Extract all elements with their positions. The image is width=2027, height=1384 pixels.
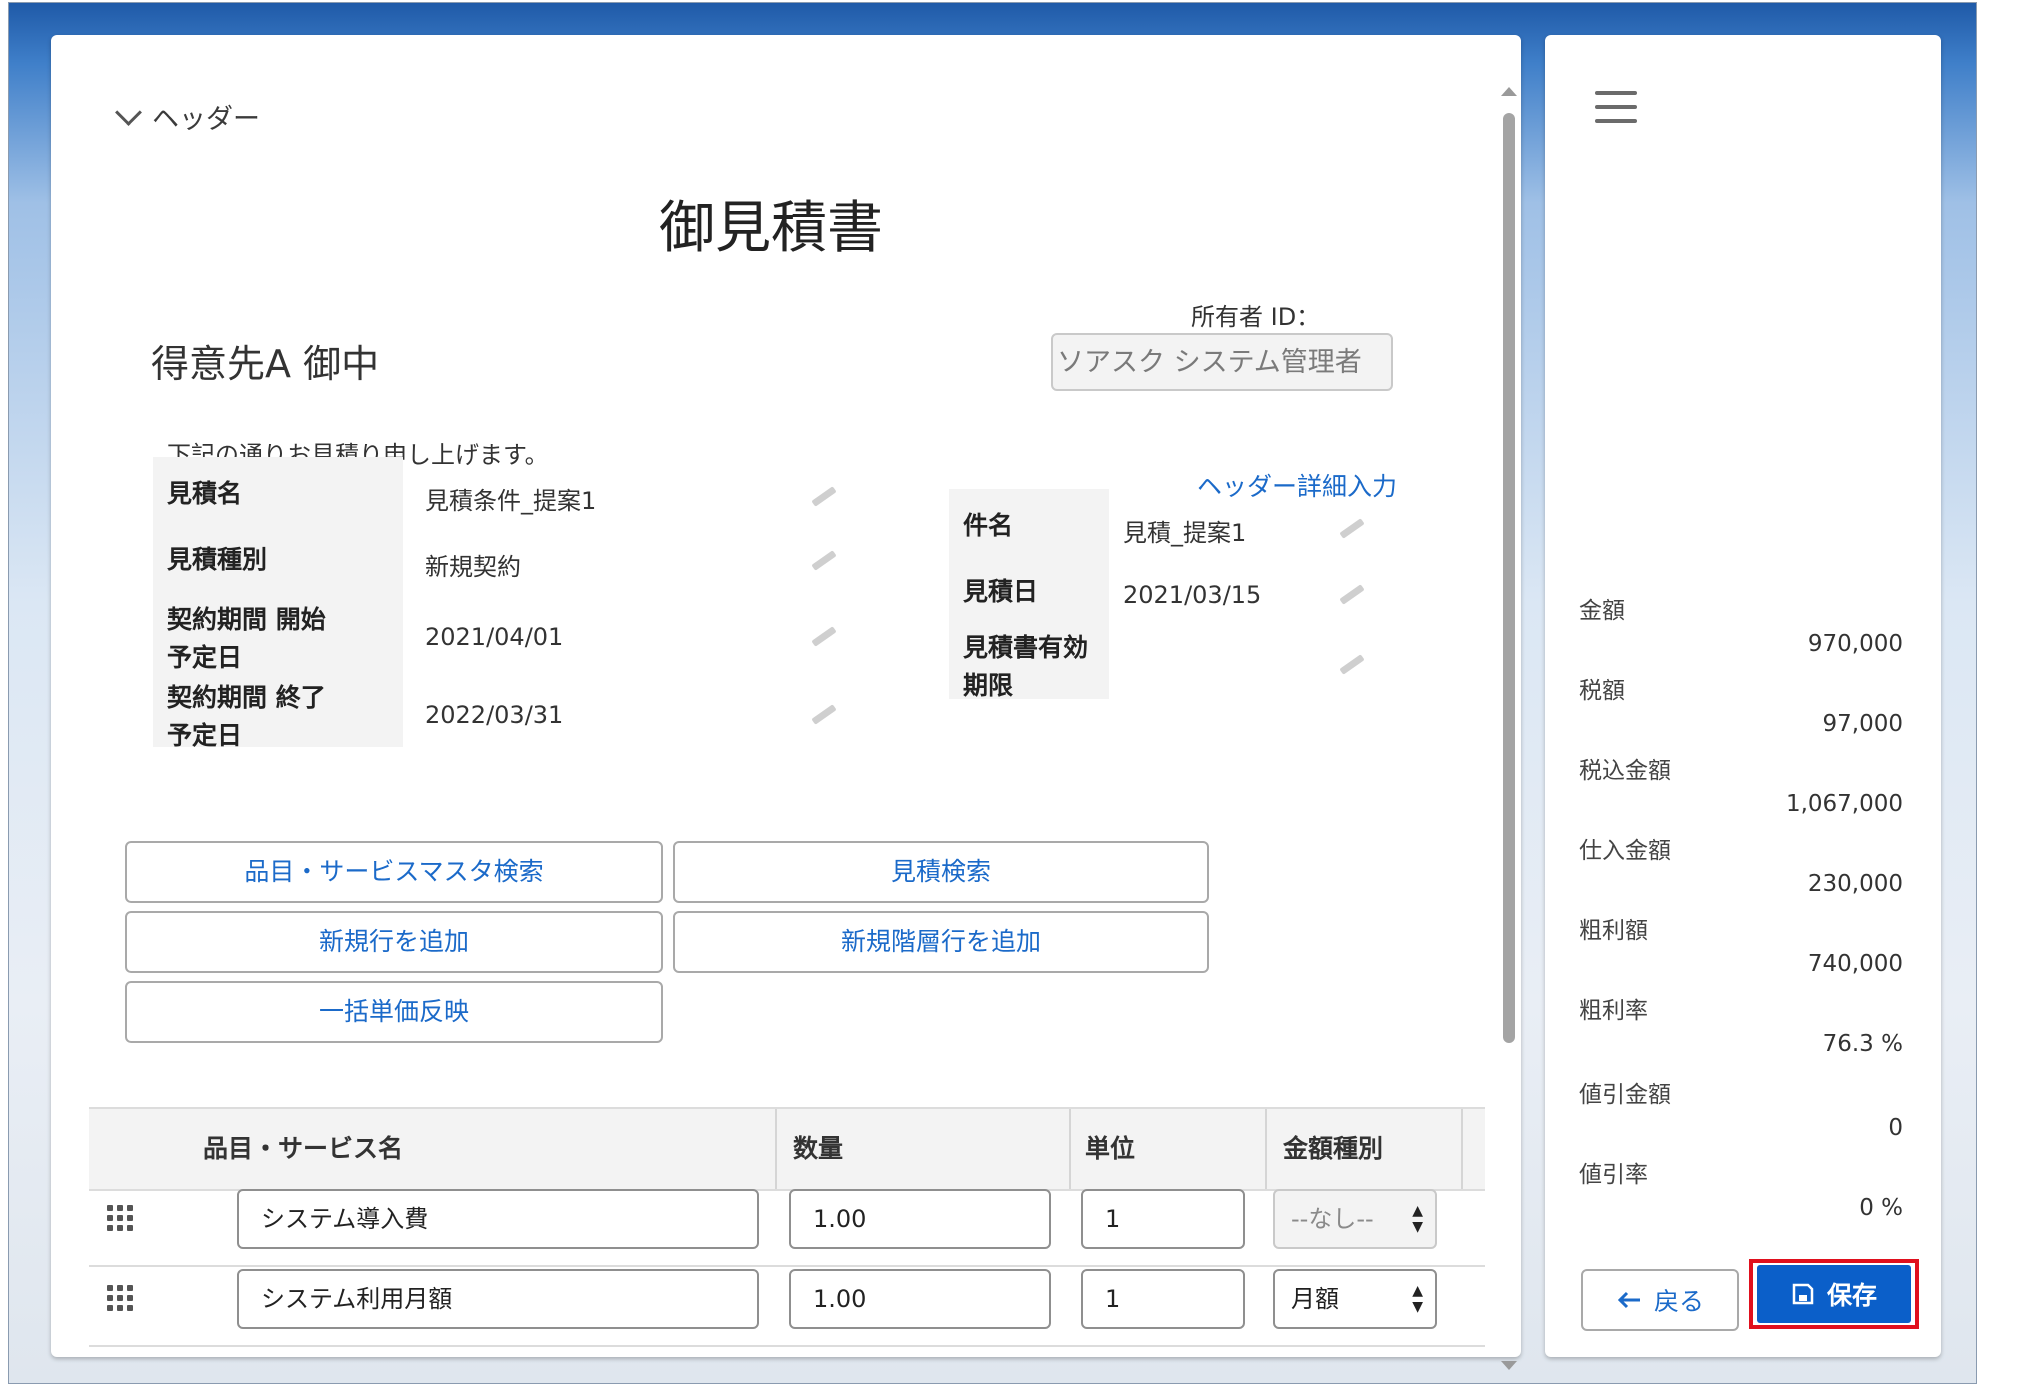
summary-panel: 金額 970,000 税額 97,000 税込金額 1,067,000 仕入金額… (1545, 35, 1941, 1357)
field-label-contract-start: 契約期間 開始予定日 (167, 605, 326, 672)
quantity-input[interactable]: 1.00 (789, 1189, 1051, 1249)
scroll-up-arrow-icon[interactable] (1501, 87, 1517, 96)
summary-label-purchase-amount: 仕入金額 (1579, 838, 1671, 864)
field-label-quote-name: 見積名 (167, 479, 243, 508)
field-label-quote-type: 見積種別 (167, 545, 268, 574)
amount-type-value: --なし-- (1291, 1205, 1374, 1233)
pencil-icon[interactable] (811, 704, 837, 725)
summary-value-total-incl-tax: 1,067,000 (1785, 791, 1903, 817)
field-value-quote-type: 新規契約 (425, 553, 521, 581)
unit-input[interactable]: 1 (1081, 1269, 1245, 1329)
save-button-label: 保存 (1826, 1281, 1877, 1310)
header-toggle-label: ヘッダー (152, 104, 260, 135)
field-value-contract-end: 2022/03/31 (425, 701, 564, 729)
select-arrows-icon: ▲ ▼ (1412, 1203, 1423, 1235)
arrow-left-icon (1617, 1291, 1640, 1309)
field-label-quote-date: 見積日 (963, 577, 1039, 606)
summary-value-discount-rate: 0 % (1859, 1195, 1903, 1221)
quote-editor-panel: ヘッダー 御見積書 所有者 ID： ソアスク システム管理者 得意先A 御中 下… (51, 35, 1521, 1370)
quote-search-button[interactable]: 見積検索 (673, 841, 1209, 903)
save-icon (1792, 1283, 1814, 1305)
summary-label-discount-rate: 値引率 (1579, 1162, 1648, 1188)
quantity-input[interactable]: 1.00 (789, 1269, 1051, 1329)
customer-name: 得意先A 御中 (151, 342, 380, 386)
summary-value-purchase-amount: 230,000 (1807, 871, 1903, 897)
summary-label-gross-profit: 粗利額 (1579, 918, 1648, 944)
summary-label-amount: 金額 (1579, 598, 1625, 624)
column-divider (775, 1109, 777, 1189)
back-button[interactable]: 戻る (1581, 1269, 1739, 1331)
summary-label-gross-margin: 粗利率 (1579, 998, 1648, 1024)
item-name-input[interactable]: システム導入費 (237, 1189, 759, 1249)
field-label-valid-until: 見積書有効期限 (963, 633, 1089, 700)
column-divider (1265, 1109, 1267, 1189)
document-title: 御見積書 (659, 196, 883, 261)
field-label-contract-end: 契約期間 終了予定日 (167, 683, 326, 750)
save-button[interactable]: 保存 (1757, 1265, 1911, 1323)
field-value-quote-date: 2021/03/15 (1123, 581, 1262, 609)
column-divider (1461, 1109, 1463, 1189)
drag-handle-icon[interactable] (107, 1285, 135, 1313)
pencil-icon[interactable] (1339, 654, 1365, 675)
header-detail-input-link[interactable]: ヘッダー詳細入力 (1197, 467, 1397, 503)
hamburger-icon[interactable] (1595, 91, 1637, 125)
summary-value-discount-amount: 0 (1888, 1115, 1903, 1141)
row-divider (89, 1345, 1485, 1347)
drag-handle-icon[interactable] (107, 1205, 135, 1233)
column-divider (1069, 1109, 1071, 1189)
column-header-unit: 単位 (1085, 1134, 1136, 1163)
amount-type-value: 月額 (1291, 1285, 1339, 1313)
unit-input[interactable]: 1 (1081, 1189, 1245, 1249)
owner-id-field: ソアスク システム管理者 (1051, 333, 1393, 391)
amount-type-select[interactable]: 月額 ▲ ▼ (1273, 1269, 1437, 1329)
column-header-amount-type: 金額種別 (1283, 1134, 1384, 1163)
add-row-button[interactable]: 新規行を追加 (125, 911, 663, 973)
summary-value-gross-margin: 76.3 % (1822, 1031, 1903, 1057)
header-section-toggle[interactable]: ヘッダー (113, 97, 260, 136)
column-header-item-name: 品目・サービス名 (203, 1134, 404, 1163)
amount-type-select: --なし-- ▲ ▼ (1273, 1189, 1437, 1249)
summary-label-tax: 税額 (1579, 678, 1625, 704)
master-search-button[interactable]: 品目・サービスマスタ検索 (125, 841, 663, 903)
field-value-quote-name: 見積条件_提案1 (425, 487, 597, 515)
summary-label-total-incl-tax: 税込金額 (1579, 758, 1671, 784)
app-window: ヘッダー 御見積書 所有者 ID： ソアスク システム管理者 得意先A 御中 下… (8, 2, 1977, 1384)
pencil-icon[interactable] (811, 550, 837, 571)
item-name-input[interactable]: システム利用月額 (237, 1269, 759, 1329)
chevron-down-icon (115, 99, 142, 126)
summary-label-discount-amount: 値引金額 (1579, 1082, 1671, 1108)
summary-value-tax: 97,000 (1822, 711, 1903, 737)
summary-value-gross-profit: 740,000 (1807, 951, 1903, 977)
vertical-scrollbar-thumb[interactable] (1503, 113, 1515, 1043)
pencil-icon[interactable] (811, 626, 837, 647)
field-value-subject: 見積_提案1 (1123, 519, 1247, 547)
line-items-table-header: 品目・サービス名 数量 単位 金額種別 (89, 1107, 1485, 1191)
bulk-price-apply-button[interactable]: 一括単価反映 (125, 981, 663, 1043)
select-arrows-icon: ▲ ▼ (1412, 1283, 1423, 1315)
pencil-icon[interactable] (811, 486, 837, 507)
summary-value-amount: 970,000 (1807, 631, 1903, 657)
field-value-contract-start: 2021/04/01 (425, 623, 564, 651)
field-label-subject: 件名 (963, 511, 1014, 540)
pencil-icon[interactable] (1339, 518, 1365, 539)
scroll-down-arrow-icon[interactable] (1501, 1361, 1517, 1370)
add-hierarchy-row-button[interactable]: 新規階層行を追加 (673, 911, 1209, 973)
back-button-label: 戻る (1653, 1287, 1704, 1316)
pencil-icon[interactable] (1339, 584, 1365, 605)
row-divider (89, 1265, 1485, 1267)
owner-id-label: 所有者 ID： (1191, 303, 1321, 331)
column-header-quantity: 数量 (793, 1134, 844, 1163)
